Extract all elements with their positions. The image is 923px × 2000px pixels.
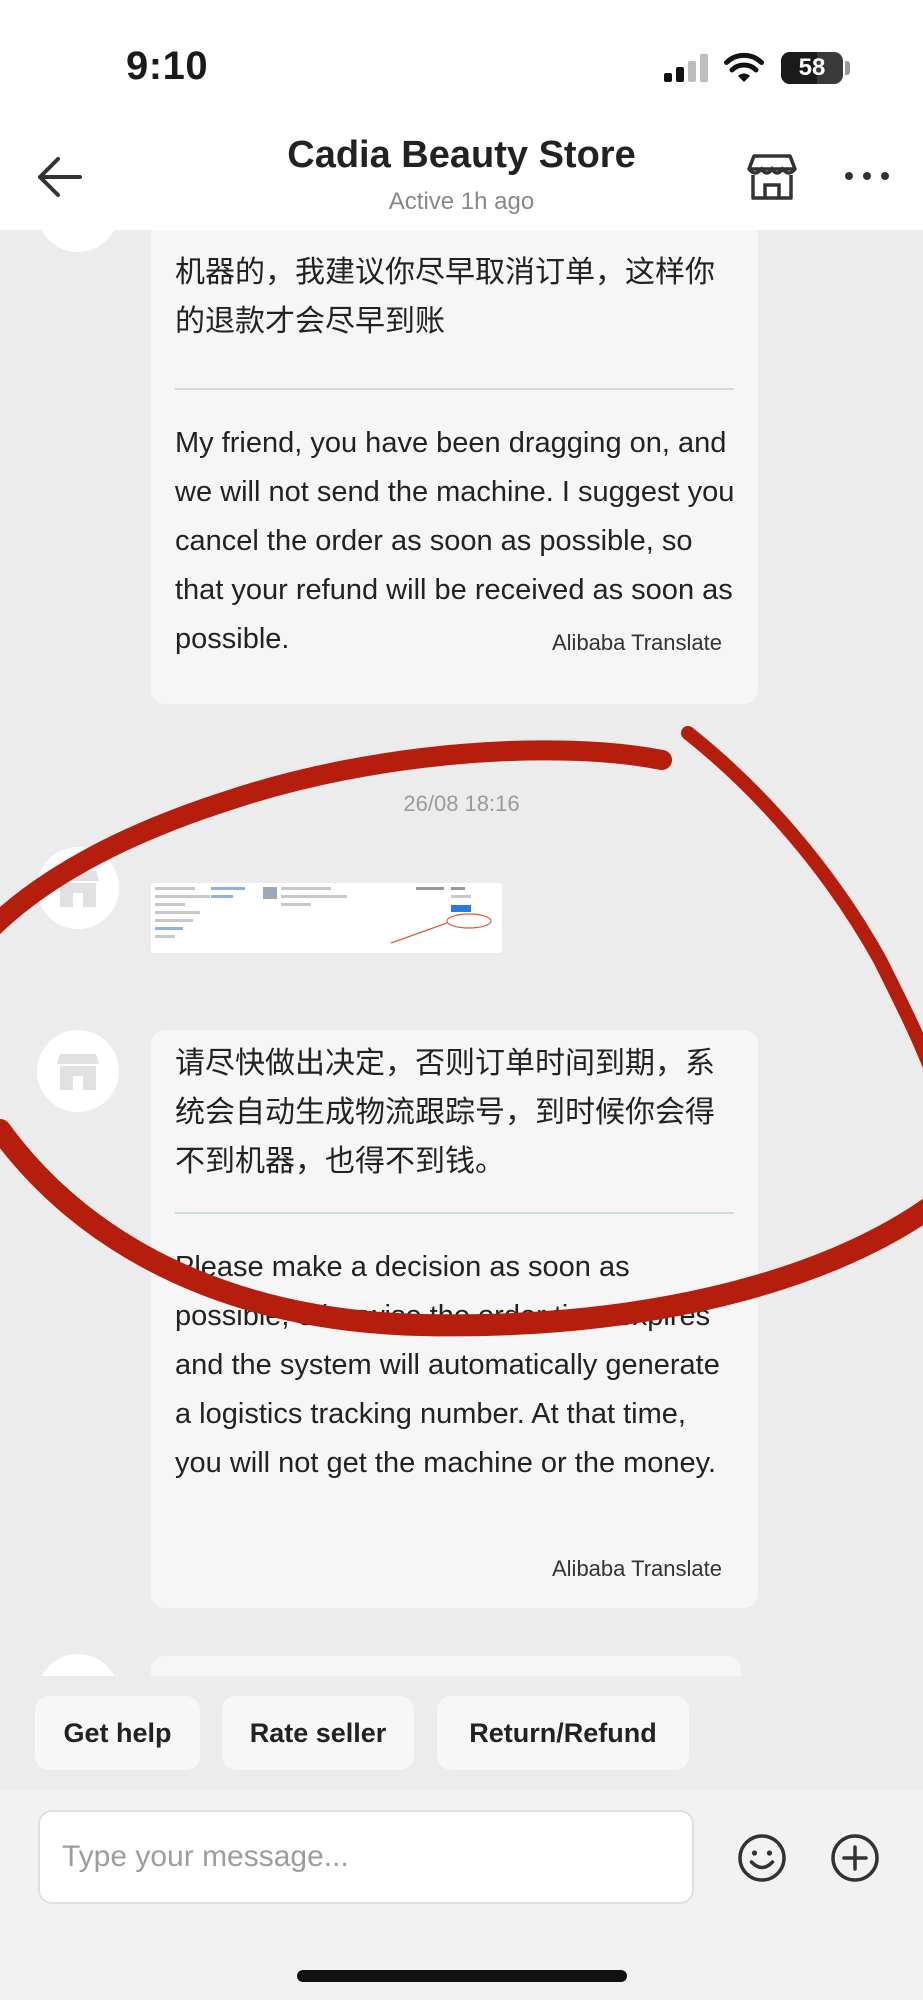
store-icon — [57, 1054, 99, 1090]
more-dots-icon[interactable] — [842, 164, 892, 188]
quick-actions-bar: Get help Rate seller Return/Refund — [0, 1676, 923, 1790]
battery-percent: 58 — [798, 54, 826, 81]
rate-seller-button[interactable]: Rate seller — [222, 1696, 414, 1770]
wifi-icon — [724, 52, 764, 82]
chat-message-list[interactable]: 朋友，你一直拖着，我们是不会发送 机器的，我建议你尽早取消订单，这样你的退款才会… — [0, 230, 923, 1676]
cellular-signal-icon — [664, 54, 710, 82]
home-indicator — [297, 1970, 627, 1982]
status-time: 9:10 — [126, 44, 209, 88]
store-icon — [57, 871, 99, 907]
message-translation-text: My friend, you have been dragging on, an… — [175, 427, 735, 655]
message-bubble — [151, 1656, 741, 1676]
message-input[interactable] — [38, 1810, 694, 1904]
chat-header: Cadia Beauty Store Active 1h ago — [0, 124, 923, 230]
message-bubble: 请尽快做出决定，否则订单时间到期，系统会自动生成物流跟踪号，到时候你会得不到机器… — [151, 1030, 758, 1608]
translation-divider — [175, 388, 734, 390]
battery-icon: 58 — [781, 52, 843, 84]
emoji-icon[interactable] — [736, 1832, 788, 1884]
message-original-text: 请尽快做出决定，否则订单时间到期，系统会自动生成物流跟踪号，到时候你会得不到机器… — [175, 1046, 715, 1179]
add-icon[interactable] — [829, 1832, 881, 1884]
message-timestamp: 26/08 18:16 — [403, 791, 520, 816]
translation-source: Alibaba Translate — [552, 1556, 722, 1581]
order-screenshot-image[interactable] — [151, 883, 502, 953]
store-icon[interactable] — [746, 152, 798, 202]
seller-avatar[interactable] — [37, 1030, 119, 1112]
message-bubble: 朋友，你一直拖着，我们是不会发送 机器的，我建议你尽早取消订单，这样你的退款才会… — [151, 230, 758, 704]
battery-tip — [845, 61, 850, 75]
seller-avatar[interactable] — [37, 230, 119, 252]
seller-avatar[interactable] — [37, 1654, 119, 1676]
seller-avatar[interactable] — [37, 847, 119, 929]
message-composer — [0, 1790, 923, 2000]
status-bar: 9:10 58 — [0, 0, 923, 124]
message-original-text: 朋友，你一直拖着，我们是不会发送 机器的，我建议你尽早取消订单，这样你的退款才会… — [175, 255, 715, 339]
translation-source: Alibaba Translate — [552, 630, 722, 655]
message-translation-text: Please make a decision as soon as possib… — [175, 1251, 720, 1479]
get-help-button[interactable]: Get help — [35, 1696, 200, 1770]
store-icon — [55, 230, 101, 234]
return-refund-button[interactable]: Return/Refund — [437, 1696, 689, 1770]
translation-divider — [175, 1212, 734, 1214]
